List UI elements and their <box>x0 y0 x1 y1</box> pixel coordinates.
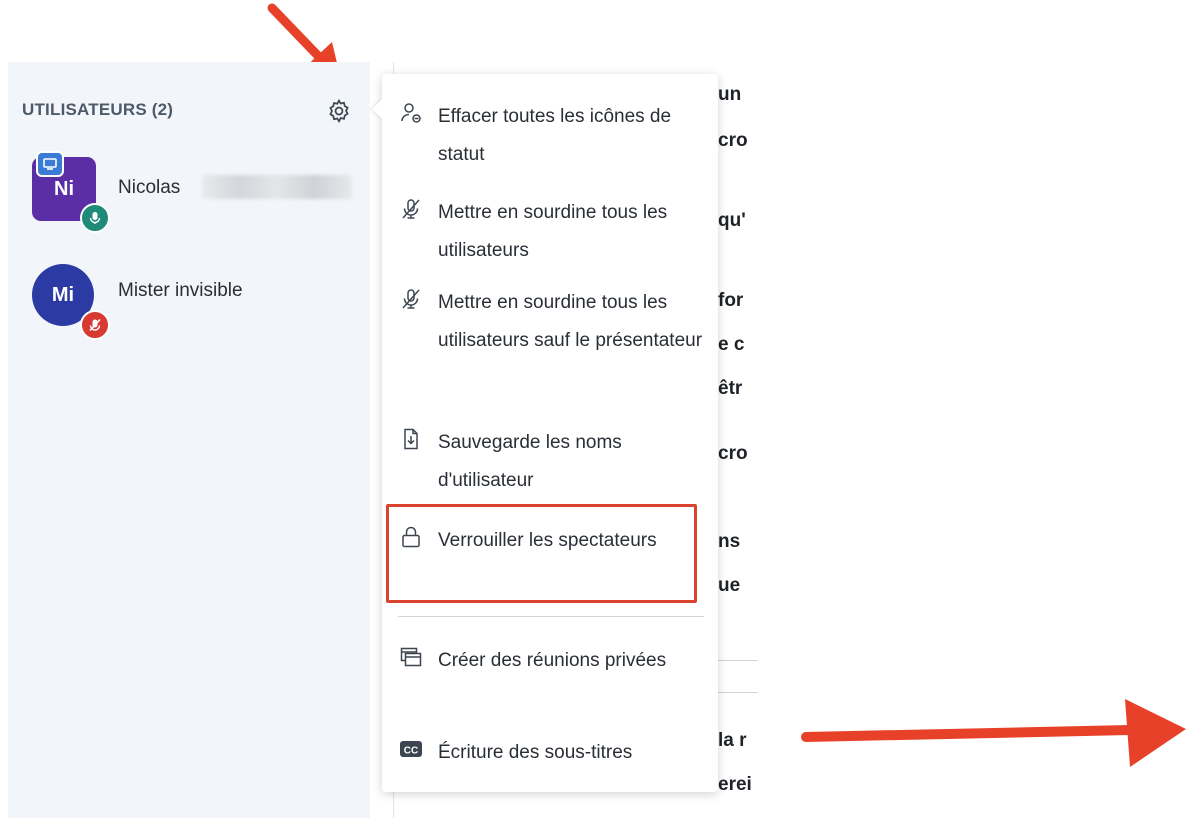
content-text: êtr <box>718 378 743 399</box>
menu-item-label: Sauvegarde les noms d'utilisateur <box>438 432 622 491</box>
svg-text:CC: CC <box>404 746 418 757</box>
menu-item-label: Écriture des sous-titres <box>438 742 633 763</box>
menu-item-save-usernames[interactable]: Sauvegarde les noms d'utilisateur <box>392 424 708 504</box>
closed-captions-icon: CC <box>398 736 424 762</box>
content-text: for <box>718 290 744 311</box>
lock-icon <box>398 524 424 550</box>
user-name: Mister invisible <box>118 280 243 301</box>
user-row[interactable]: Ni Nicolas <box>32 151 352 233</box>
settings-gear-button[interactable] <box>324 96 354 126</box>
content-divider-line <box>718 660 758 661</box>
microphone-muted-icon <box>80 310 110 340</box>
user-options-menu: Effacer toutes les icônes de statut Mett… <box>372 74 718 792</box>
users-panel: UTILISATEURS (2) Ni Nicolas Mi Mister in… <box>8 62 370 818</box>
menu-item-clear-status[interactable]: Effacer toutes les icônes de statut <box>392 98 708 178</box>
menu-item-mute-all[interactable]: Mettre en sourdine tous les utilisateurs <box>392 194 708 274</box>
content-text: un <box>718 84 742 105</box>
menu-item-label: Verrouiller les spectateurs <box>438 530 657 551</box>
content-text: cro <box>718 130 748 151</box>
menu-item-label: Mettre en sourdine tous les utilisateurs… <box>438 292 703 351</box>
menu-item-label: Créer des réunions privées <box>438 650 667 671</box>
mute-icon <box>398 286 424 312</box>
menu-item-lock-viewers[interactable]: Verrouiller les spectateurs <box>392 522 708 602</box>
content-text: e c <box>718 334 745 355</box>
menu-item-breakout-rooms[interactable]: Créer des réunions privées <box>392 642 708 722</box>
content-divider-line <box>718 692 758 693</box>
menu-item-write-captions[interactable]: CC Écriture des sous-titres <box>392 734 708 774</box>
user-row[interactable]: Mi Mister invisible <box>32 260 352 340</box>
gear-icon <box>329 99 349 124</box>
user-name: Nicolas <box>118 177 181 198</box>
content-text: erei <box>718 774 752 795</box>
microphone-icon <box>80 203 110 233</box>
content-text: cro <box>718 443 748 464</box>
menu-item-mute-all-except-presenter[interactable]: Mettre en sourdine tous les utilisateurs… <box>392 284 708 404</box>
blurred-surname <box>202 175 352 199</box>
content-text: ue <box>718 575 741 596</box>
menu-item-label: Effacer toutes les icônes de statut <box>438 106 672 165</box>
mute-icon <box>398 196 424 222</box>
download-file-icon <box>398 426 424 452</box>
menu-item-label: Mettre en sourdine tous les utilisateurs <box>438 202 668 261</box>
content-text: ns <box>718 531 741 552</box>
menu-caret <box>372 98 383 120</box>
breakout-rooms-icon <box>398 644 424 670</box>
content-text: la r <box>718 730 747 751</box>
menu-separator <box>398 616 704 617</box>
content-text: qu' <box>718 210 746 231</box>
presenter-icon <box>36 151 64 177</box>
annotation-arrow-right <box>801 699 1186 767</box>
clear-status-icon <box>398 100 424 126</box>
users-title: UTILISATEURS (2) <box>22 100 174 119</box>
